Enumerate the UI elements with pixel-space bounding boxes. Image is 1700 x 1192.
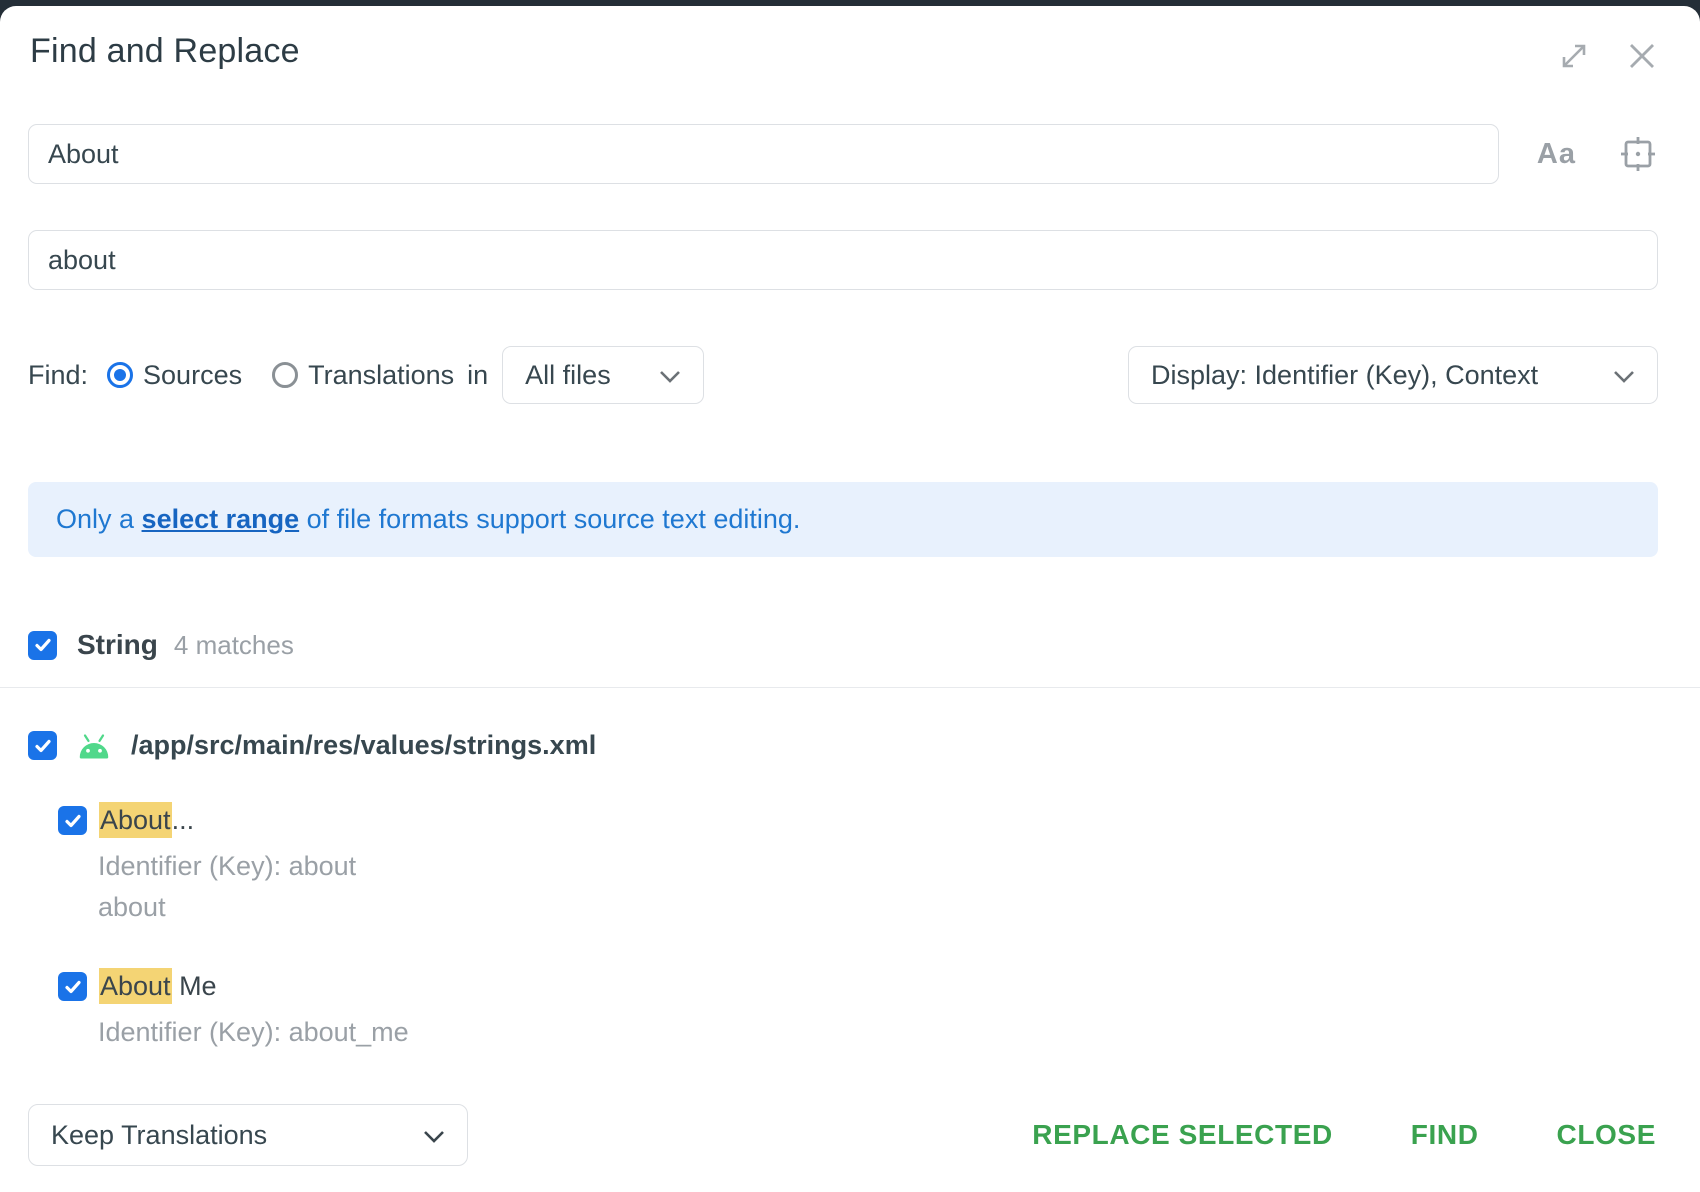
match-highlight: About (99, 968, 172, 1004)
file-path: /app/src/main/res/values/strings.xml (131, 730, 596, 761)
sources-radio-label[interactable]: Sources (143, 360, 242, 391)
match-row: About Me Identifier (Key): about_me (58, 971, 1658, 1048)
replace-selected-button[interactable]: REPLACE SELECTED (1030, 1113, 1335, 1157)
file-scope-value: All files (525, 360, 611, 391)
translations-mode-value: Keep Translations (51, 1120, 267, 1151)
replace-input[interactable] (28, 230, 1658, 290)
string-group-count: 4 matches (174, 630, 294, 661)
dialog-title: Find and Replace (30, 32, 300, 71)
banner-text-before: Only a (56, 504, 142, 534)
options-row: Find: Sources Translations in All files … (28, 346, 1658, 404)
match-source-text: About Me (99, 971, 217, 1002)
file-row: /app/src/main/res/values/strings.xml (28, 730, 1658, 761)
display-columns-select[interactable]: Display: Identifier (Key), Context (1128, 346, 1658, 404)
translations-radio-label[interactable]: Translations (308, 360, 454, 391)
translations-mode-select[interactable]: Keep Translations (28, 1104, 468, 1166)
match-checkbox[interactable] (58, 972, 87, 1001)
file-checkbox[interactable] (28, 731, 57, 760)
find-replace-dialog: Find and Replace Aa (0, 6, 1700, 1192)
match-whole-phrase-icon[interactable] (1618, 134, 1658, 174)
close-button[interactable]: CLOSE (1555, 1113, 1658, 1157)
search-row: Aa (28, 124, 1658, 184)
match-highlight: About (99, 802, 172, 838)
find-label: Find: (28, 360, 88, 391)
chevron-down-icon (659, 360, 681, 391)
display-columns-value: Display: Identifier (Key), Context (1151, 360, 1538, 391)
footer-actions: REPLACE SELECTED FIND CLOSE (1030, 1113, 1658, 1157)
window-controls (1558, 40, 1658, 72)
find-button[interactable]: FIND (1409, 1113, 1481, 1157)
in-label: in (467, 360, 488, 391)
match-key-line: Identifier (Key): about_me (98, 1017, 1658, 1048)
string-group-label: String (77, 629, 158, 661)
android-icon (73, 731, 115, 761)
string-group-checkbox[interactable] (28, 631, 57, 660)
match-checkbox[interactable] (58, 806, 87, 835)
dialog-header: Find and Replace (0, 6, 1700, 72)
file-scope-select[interactable]: All files (502, 346, 704, 404)
sources-radio[interactable] (107, 362, 133, 388)
match-suffix: Me (172, 971, 217, 1001)
translations-radio[interactable] (272, 362, 298, 388)
close-icon[interactable] (1626, 40, 1658, 72)
replace-row (28, 230, 1658, 290)
info-banner: Only a select range of file formats supp… (28, 482, 1658, 557)
select-range-link[interactable]: select range (142, 504, 300, 534)
string-group-row: String 4 matches (28, 629, 1658, 661)
match-case-icon[interactable]: Aa (1537, 138, 1576, 171)
match-context-line: about (98, 892, 1658, 923)
match-key-line: Identifier (Key): about (98, 851, 1658, 882)
chevron-down-icon (1613, 360, 1635, 391)
match-source-text: About... (99, 805, 194, 836)
banner-text-after: of file formats support source text edit… (299, 504, 800, 534)
expand-icon[interactable] (1558, 40, 1590, 72)
search-input[interactable] (28, 124, 1499, 184)
dialog-footer: Keep Translations REPLACE SELECTED FIND … (28, 1104, 1658, 1166)
chevron-down-icon (423, 1120, 445, 1151)
divider (0, 687, 1700, 688)
match-suffix: ... (172, 805, 195, 835)
match-row: About... Identifier (Key): about about (58, 805, 1658, 923)
